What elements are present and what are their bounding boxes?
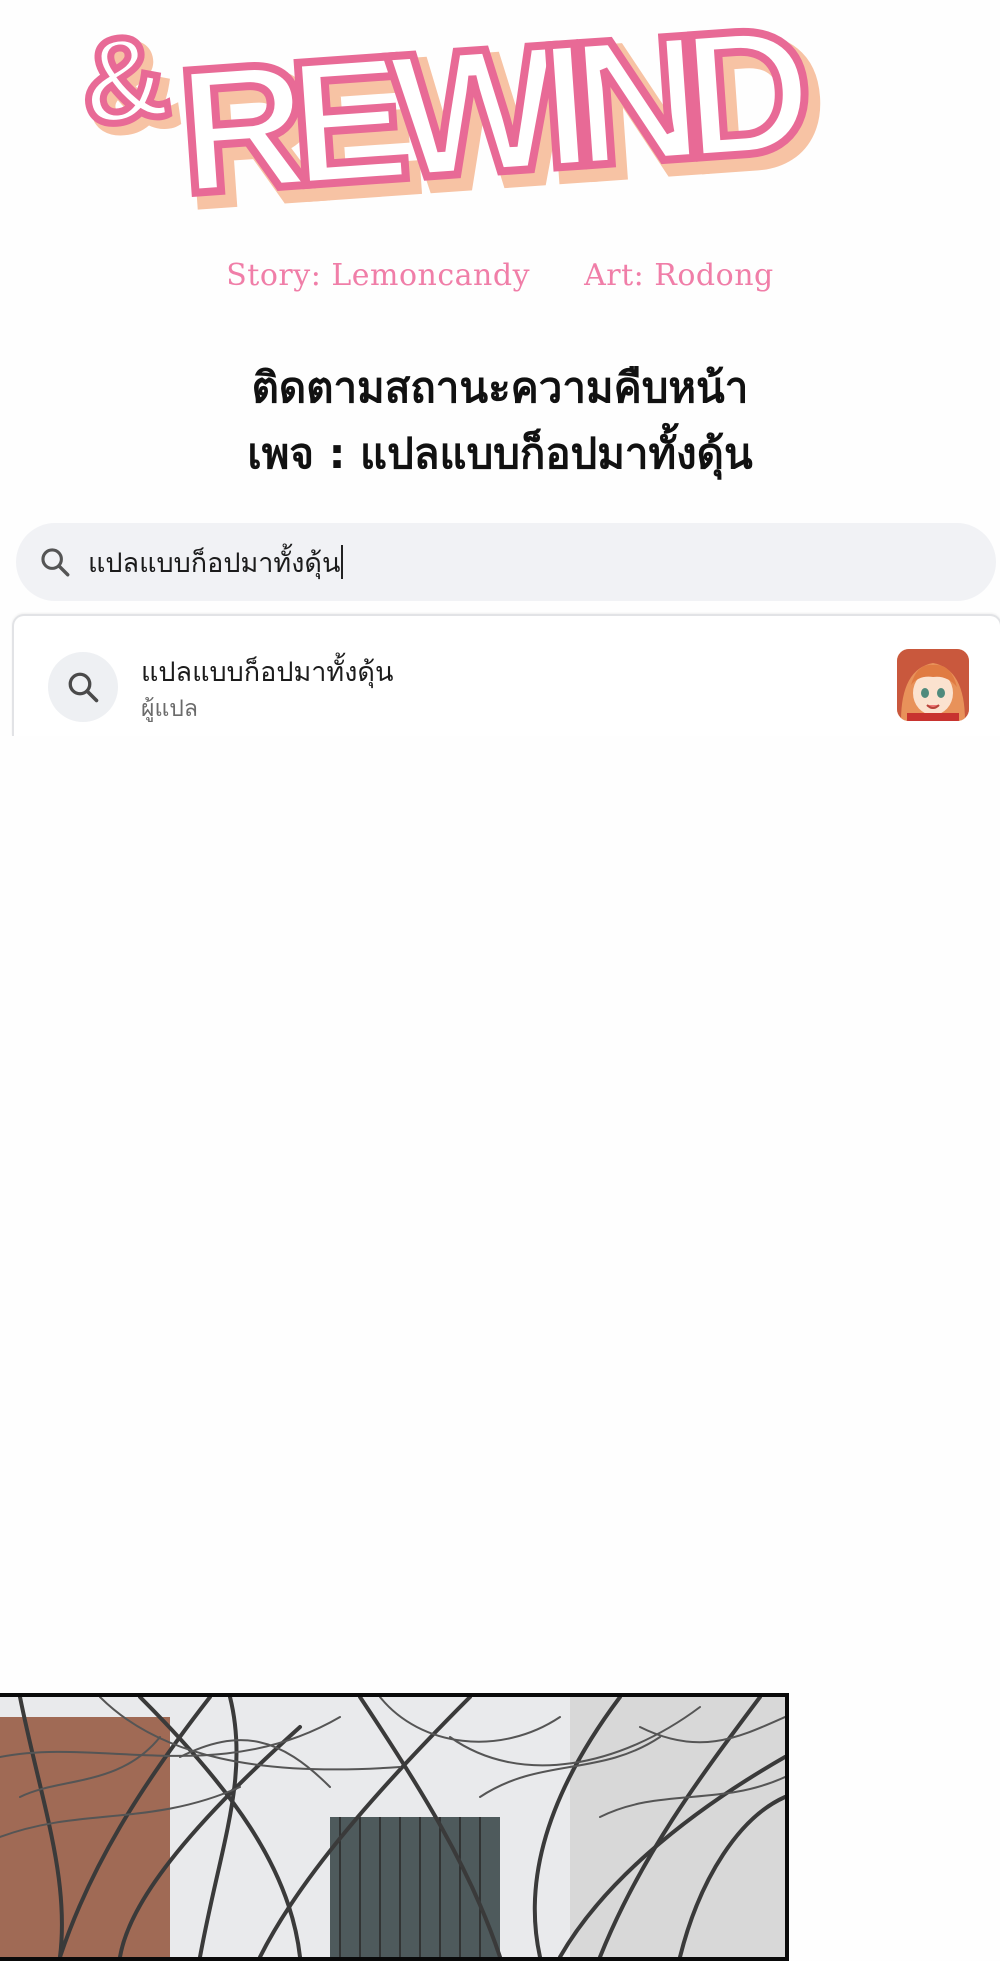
comic-title-logo: & & REWIND REWIND bbox=[68, 0, 910, 248]
search-suggestions: แปลแบบก็อปมาทั้งดุ้น ผู้แปล bbox=[12, 614, 1000, 736]
search-icon bbox=[68, 672, 99, 703]
suggestion-title: แปลแบบก็อปมาทั้งดุ้น bbox=[141, 657, 394, 688]
title-logo-art: & & REWIND REWIND bbox=[68, 0, 840, 248]
search-icon bbox=[41, 548, 70, 577]
notice-line-1: ติดตามสถานะความคืบหน้า bbox=[251, 363, 749, 412]
suggestion-search-icon-wrap bbox=[48, 652, 118, 722]
credits-line: Story: Lemoncandy Art: Rodong bbox=[0, 258, 1000, 293]
logo-ampersand: & bbox=[72, 7, 176, 152]
story-credit: Story: Lemoncandy bbox=[226, 258, 531, 293]
follow-notice: ติดตามสถานะความคืบหน้า เพจ : แปลแบบก็อปม… bbox=[0, 355, 1000, 487]
logo-title: REWIND bbox=[172, 0, 824, 220]
suggestion-subtitle: ผู้แปล bbox=[141, 696, 198, 722]
notice-line-2: เพจ : แปลแบบก็อปมาทั้งดุ้น bbox=[247, 429, 753, 478]
text-caret bbox=[341, 545, 344, 579]
search-input[interactable]: แปลแบบก็อปมาทั้งดุ้น bbox=[16, 523, 996, 601]
bare-trees-illustration bbox=[0, 1697, 785, 1957]
art-credit: Art: Rodong bbox=[584, 258, 774, 293]
search-query-wrap: แปลแบบก็อปมาทั้งดุ้น bbox=[88, 541, 344, 584]
anime-girl-avatar bbox=[897, 649, 969, 721]
search-query-text: แปลแบบก็อปมาทั้งดุ้น bbox=[88, 547, 341, 579]
suggestion-item[interactable]: แปลแบบก็อปมาทั้งดุ้น ผู้แปล bbox=[14, 616, 1000, 736]
comic-panel bbox=[0, 1693, 789, 1961]
